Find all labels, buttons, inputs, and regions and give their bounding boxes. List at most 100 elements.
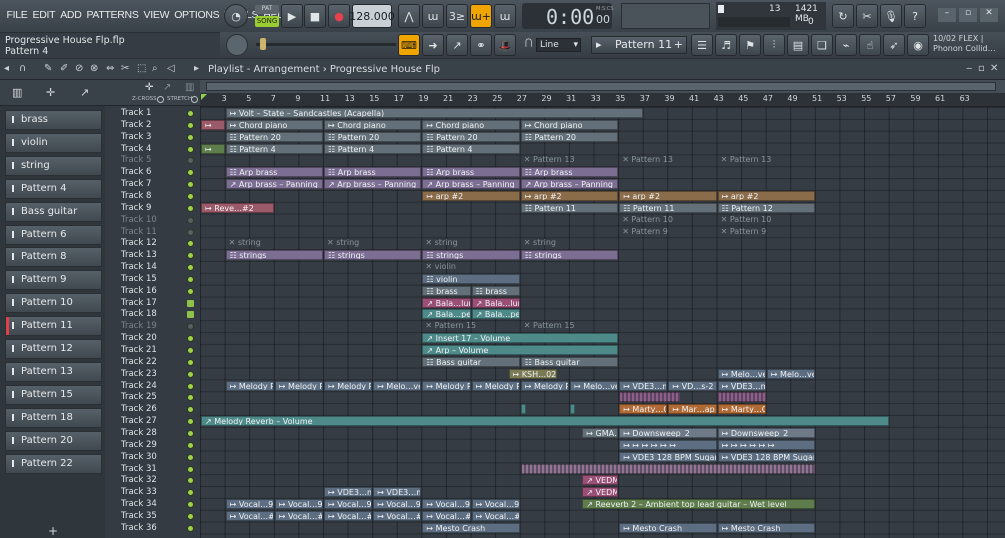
track-mute-led[interactable] (187, 252, 194, 260)
stretch-toggle[interactable] (191, 96, 198, 103)
loop-record-button[interactable]: ɯ (494, 4, 516, 28)
track-mute-led[interactable] (187, 181, 194, 189)
playlist-clip[interactable]: ↦ Vocal…#2 (324, 510, 373, 521)
playlist-clip[interactable]: ✕ Pattern 13 (521, 155, 618, 165)
playlist-clip[interactable]: ↦ GMA…er 07 (582, 427, 619, 438)
snap-selector[interactable]: Line ▾ (536, 38, 581, 52)
playlist-clip[interactable]: ☷ brass (471, 285, 520, 296)
playlist-clip[interactable]: ☷ strings (422, 250, 520, 261)
playlist-clip[interactable]: ☷ brass (422, 285, 471, 296)
touch-controller-button[interactable]: ☝ (859, 34, 881, 56)
playlist-clip[interactable]: ☷ violin (422, 273, 520, 284)
track-label[interactable]: Track 4 (121, 144, 185, 155)
add-pattern-button[interactable]: + (48, 524, 58, 538)
channel-rack-button[interactable]: ⚑ (739, 34, 761, 56)
export-button[interactable]: ➶ (883, 34, 905, 56)
playlist-clip[interactable]: ↗ Bala…lume (422, 297, 471, 308)
playlist-clip[interactable]: ↗ Arp brass – Panning (324, 179, 422, 190)
link-button[interactable]: ⚭ (470, 34, 492, 56)
track-mute-led[interactable] (187, 169, 194, 177)
track-label[interactable]: Track 11 (121, 227, 185, 238)
maximize-button[interactable]: ▫ (959, 8, 977, 22)
track-mute-led[interactable] (187, 441, 194, 449)
playlist-clip[interactable]: ↦ KSH…02 (508, 368, 557, 379)
playlist-clip[interactable]: ☷ Arp brass (225, 167, 323, 178)
playlist-clip[interactable]: ✕ Pattern 15 (521, 321, 618, 331)
stop-button[interactable]: ■ (304, 4, 326, 28)
slide-button[interactable]: ↗ (446, 34, 468, 56)
pattern-selector[interactable]: ▸ Pattern 11 + (591, 36, 687, 54)
playlist-clip[interactable]: ↦ Mar…ap (668, 404, 717, 415)
metronome-button[interactable]: ⋀ (398, 4, 420, 28)
track-mute-led[interactable] (187, 418, 194, 426)
playlist-clip[interactable]: ☷ strings (324, 250, 422, 261)
playlist-clip[interactable]: ↦ Chord piano (422, 119, 520, 130)
track-label[interactable]: Track 9 (121, 203, 185, 214)
playlist-clip[interactable]: ↦ Mesto Crash (717, 522, 815, 533)
playlist-clip[interactable]: ✕ Pattern 10 (718, 215, 815, 225)
track-label[interactable]: Track 20 (121, 333, 185, 344)
help-button[interactable]: ? (904, 4, 926, 28)
playlist-clip[interactable]: ↦ arp #2 (422, 190, 520, 201)
playlist-clip[interactable]: ↦ Volt – State – Sandcastles (Acapella) (225, 108, 643, 118)
track-mute-led[interactable] (187, 489, 194, 497)
playlist-clip[interactable]: ↦ VDE3…ms-3 (373, 487, 422, 498)
track-label[interactable]: Track 16 (121, 286, 185, 297)
playlist-clip[interactable]: ↗ VEDM…lume (582, 475, 619, 486)
pattern-item[interactable]: Pattern 22 (5, 453, 102, 474)
news-panel[interactable]: 10/02 FLEX | Phonon Collid… (933, 34, 1003, 56)
restore-icon[interactable]: ▫ (978, 63, 985, 74)
playlist-clip[interactable]: ✕ Pattern 13 (718, 155, 815, 165)
track-label[interactable]: Track 6 (121, 167, 185, 178)
playlist-clip[interactable]: ↗ Arp brass – Panning (225, 179, 323, 190)
playlist-clip[interactable]: ↦ VD…s-2 (668, 380, 717, 391)
playlist-clip[interactable]: ↗ Insert 17 – Volume (422, 333, 619, 344)
curve-icon[interactable]: ↗ (163, 82, 171, 93)
time-display[interactable]: 0:00 M:S:CS 00 (522, 3, 614, 29)
playlist-clip[interactable]: ☷ Pattern 4 (225, 143, 323, 154)
track-mute-led[interactable] (187, 406, 194, 414)
zoom-icon[interactable]: ⌕ (152, 63, 158, 74)
blend-recording-button[interactable]: ɯ+ (470, 4, 492, 28)
pattern-item[interactable]: Pattern 9 (5, 270, 102, 291)
playlist-clip[interactable]: ✕ Pattern 10 (619, 215, 716, 225)
playlist-clip[interactable]: ↗ Reeverb 2 – Ambient top lead guitar – … (582, 499, 815, 510)
add-pattern-icon[interactable]: + (674, 37, 686, 53)
track-mute-led[interactable] (187, 264, 194, 272)
playlist-clip[interactable]: ↦ Melo…verb (570, 380, 619, 391)
track-label[interactable]: Track 30 (121, 452, 185, 463)
playlist-clip[interactable]: ☷ Pattern 11 (619, 202, 717, 213)
playlist-grid[interactable]: ↦ Volt – State – Sandcastles (Acapella) ↦… (200, 107, 1005, 538)
pattern-item[interactable]: Pattern 8 (5, 247, 102, 268)
track-mute-led[interactable] (187, 133, 194, 141)
track-label[interactable]: Track 21 (121, 345, 185, 356)
playlist-clip[interactable]: ↦ Downsweep_2 (717, 427, 815, 438)
playlist-clip[interactable]: ↦ Vocal…#2 (225, 510, 274, 521)
track-mute-led[interactable] (187, 501, 194, 509)
draw-icon[interactable]: ✎ (44, 63, 52, 74)
playlist-clip[interactable]: ↦ arp #2 (619, 190, 717, 201)
track-label[interactable]: Track 22 (121, 357, 185, 368)
playlist-clip[interactable]: ↗ Bala…peed (471, 309, 520, 320)
delete-icon[interactable]: ⊘ (75, 63, 83, 74)
play-button[interactable]: ▶ (281, 4, 303, 28)
track-label[interactable]: Track 19 (121, 321, 185, 332)
playlist-clip[interactable]: ↦ arp #2 (717, 190, 815, 201)
playlist-button[interactable]: ☰ (691, 34, 713, 56)
track-label[interactable]: Track 33 (121, 487, 185, 498)
pattern-item[interactable]: Pattern 13 (5, 361, 102, 382)
track-mute-led[interactable] (187, 204, 194, 212)
playlist-clip[interactable]: ↦ Vocal…#2 (471, 510, 520, 521)
playlist-clip[interactable]: ↦ Vocal…#2 (274, 510, 323, 521)
track-mute-led[interactable] (187, 192, 194, 200)
playlist-clip[interactable]: ↦ (201, 119, 225, 130)
playlist-clip[interactable]: ☷ strings (520, 250, 619, 261)
close-button[interactable]: ✕ (980, 8, 998, 22)
pattern-item[interactable]: Bass guitar (5, 201, 102, 222)
track-label[interactable]: Track 12 (121, 238, 185, 249)
track-mute-led[interactable] (187, 287, 194, 295)
playlist-clip[interactable]: ☷ strings (225, 250, 323, 261)
playlist-clip[interactable]: ↦ Melo…verb (766, 368, 815, 379)
playlist-clip[interactable]: ☷ Bass guitar (422, 356, 520, 367)
track-label[interactable]: Track 15 (121, 274, 185, 285)
